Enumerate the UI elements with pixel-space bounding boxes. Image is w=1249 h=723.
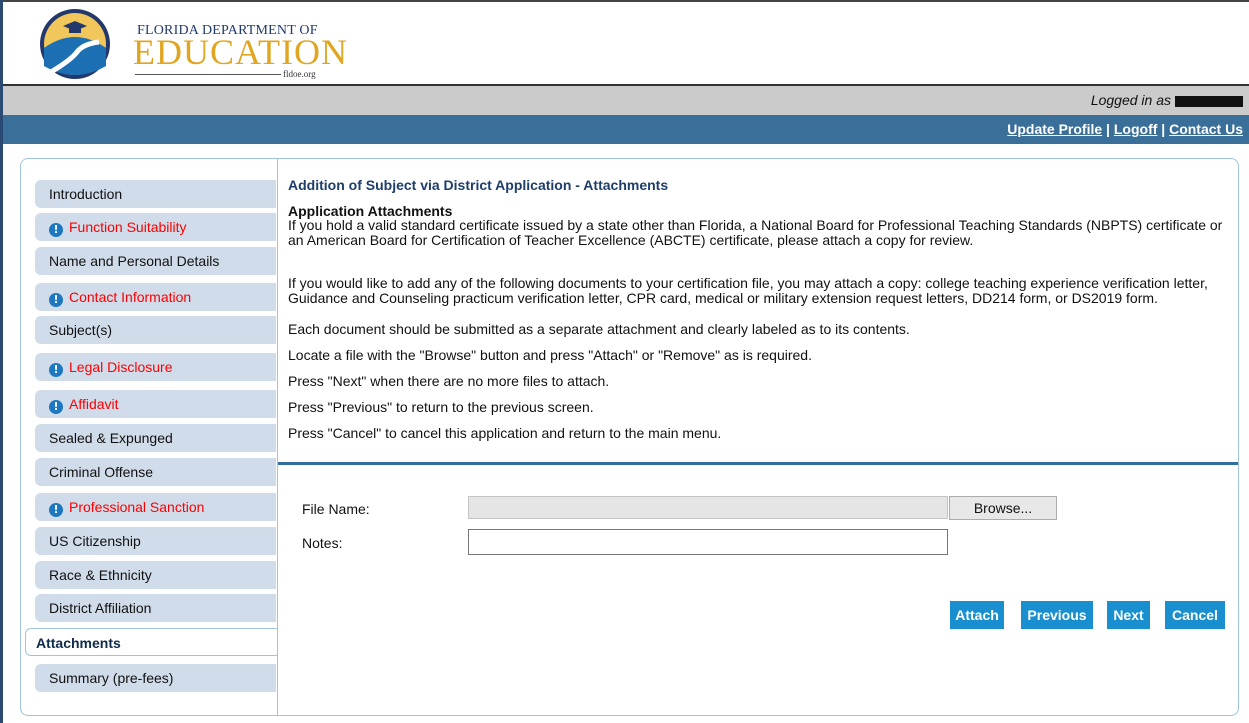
top-nav-bar: Update Profile | Logoff | Contact Us (3, 115, 1249, 144)
sidebar-item-label: US Citizenship (49, 533, 141, 549)
alert-info-icon: ! (49, 400, 63, 414)
cancel-button[interactable]: Cancel (1165, 601, 1225, 629)
step-sidebar: Introduction ! Function Suitability Name … (21, 159, 277, 715)
sidebar-item-district-affiliation[interactable]: District Affiliation (35, 594, 276, 622)
site-header: FLORIDA DEPARTMENT OF EDUCATION fldoe.or… (3, 0, 1249, 86)
logged-in-label: Logged in as (1090, 92, 1171, 108)
sidebar-item-us-citizenship[interactable]: US Citizenship (35, 527, 276, 555)
sidebar-item-label: Professional Sanction (69, 499, 205, 515)
sidebar-item-label: Summary (pre-fees) (49, 670, 174, 686)
instructions-para-2: If you would like to add any of the foll… (288, 275, 1208, 306)
instructions-para-4: Locate a file with the "Browse" button a… (288, 347, 812, 363)
sidebar-item-label: Criminal Offense (49, 464, 154, 480)
link-separator: | (1161, 121, 1166, 137)
sidebar-item-legal-disclosure[interactable]: ! Legal Disclosure (35, 353, 276, 381)
contact-us-link[interactable]: Contact Us (1169, 121, 1243, 137)
sidebar-divider (277, 159, 278, 715)
previous-button[interactable]: Previous (1021, 601, 1093, 629)
logoff-link[interactable]: Logoff (1114, 121, 1158, 137)
instructions-para-7: Press "Cancel" to cancel this applicatio… (288, 425, 722, 441)
sidebar-item-attachments[interactable]: Attachments (25, 628, 277, 656)
file-name-input[interactable] (468, 496, 948, 519)
notes-label: Notes: (302, 535, 343, 551)
update-profile-link[interactable]: Update Profile (1007, 121, 1102, 137)
sidebar-item-professional-sanction[interactable]: ! Professional Sanction (35, 493, 276, 521)
sunrise-logo-icon (40, 9, 110, 79)
sidebar-item-label: Legal Disclosure (69, 359, 173, 375)
instructions-para-5: Press "Next" when there are no more file… (288, 373, 610, 389)
sidebar-item-affidavit[interactable]: ! Affidavit (35, 390, 276, 418)
sidebar-item-name-personal-details[interactable]: Name and Personal Details (35, 247, 276, 275)
sidebar-item-label: Contact Information (69, 289, 192, 305)
content-divider (278, 462, 1238, 465)
instructions-para-1: If you hold a valid standard certificate… (288, 217, 1223, 248)
logo-text-main: EDUCATION (133, 32, 348, 72)
logo-text-url: fldoe.org (283, 69, 316, 79)
logo-rule (135, 74, 281, 75)
instructions-para-6: Press "Previous" to return to the previo… (288, 399, 594, 415)
sidebar-item-label: Introduction (49, 186, 123, 202)
notes-input[interactable] (468, 529, 948, 555)
redacted-username (1175, 95, 1243, 107)
instructions-para-3: Each document should be submitted as a s… (288, 321, 910, 337)
sidebar-item-race-ethnicity[interactable]: Race & Ethnicity (35, 561, 276, 589)
sidebar-item-function-suitability[interactable]: ! Function Suitability (35, 213, 276, 241)
sidebar-item-subjects[interactable]: Subject(s) (35, 316, 276, 344)
next-button[interactable]: Next (1107, 601, 1150, 629)
alert-info-icon: ! (49, 223, 63, 237)
sidebar-item-label: Sealed & Expunged (49, 430, 173, 446)
file-name-label: File Name: (302, 501, 370, 517)
sidebar-item-label: Attachments (36, 635, 121, 651)
alert-info-icon: ! (49, 503, 63, 517)
sidebar-item-contact-information[interactable]: ! Contact Information (35, 283, 276, 311)
sidebar-item-label: Name and Personal Details (49, 253, 220, 269)
application-panel: Introduction ! Function Suitability Name … (20, 158, 1239, 716)
link-separator: | (1106, 121, 1110, 137)
page-title: Addition of Subject via District Applica… (288, 177, 669, 193)
sidebar-item-introduction[interactable]: Introduction (35, 180, 276, 208)
sidebar-item-label: Race & Ethnicity (49, 567, 152, 583)
logged-in-status: Logged in as (1091, 92, 1243, 108)
sidebar-item-label: Subject(s) (49, 322, 113, 338)
sidebar-item-label: Function Suitability (69, 219, 187, 235)
fldoe-logo[interactable]: FLORIDA DEPARTMENT OF EDUCATION fldoe.or… (33, 6, 347, 82)
alert-info-icon: ! (49, 293, 63, 307)
sidebar-item-label: Affidavit (69, 396, 119, 412)
attach-button[interactable]: Attach (950, 601, 1004, 629)
sidebar-item-label: District Affiliation (49, 600, 152, 616)
browse-button[interactable]: Browse... (949, 496, 1057, 520)
sidebar-item-summary-pre-fees[interactable]: Summary (pre-fees) (35, 664, 276, 692)
sidebar-item-sealed-expunged[interactable]: Sealed & Expunged (35, 424, 276, 452)
top-links: Update Profile | Logoff | Contact Us (1007, 121, 1243, 137)
user-status-bar: Logged in as (3, 86, 1249, 115)
sidebar-item-criminal-offense[interactable]: Criminal Offense (35, 458, 276, 486)
alert-info-icon: ! (49, 363, 63, 377)
